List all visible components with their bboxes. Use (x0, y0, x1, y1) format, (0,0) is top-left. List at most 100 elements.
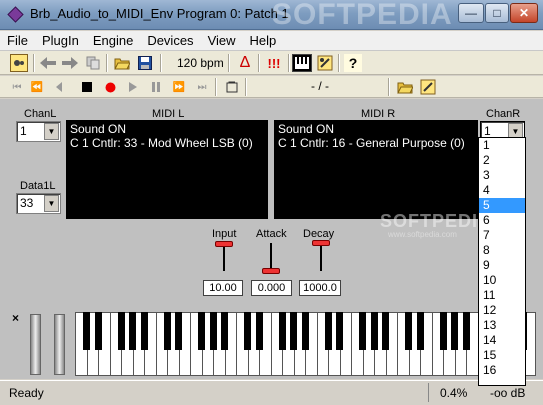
record-icon[interactable] (101, 78, 119, 96)
black-key[interactable] (324, 312, 332, 350)
audio-level: -oo dB (490, 386, 526, 400)
toolbar-separator (338, 54, 340, 72)
menu-plugin[interactable]: PlugIn (35, 31, 86, 50)
keyboard-close-icon[interactable]: × (12, 311, 19, 325)
open-folder-icon[interactable] (113, 54, 131, 72)
cpu-usage: 0.4% (440, 386, 468, 400)
chevron-down-icon[interactable]: ▼ (44, 123, 59, 140)
black-key[interactable] (94, 312, 102, 350)
chanr-option[interactable]: 3 (479, 168, 525, 183)
menu-file[interactable]: File (0, 31, 35, 50)
chanr-option[interactable]: 6 (479, 213, 525, 228)
data1l-select[interactable]: 33 ▼ (16, 193, 61, 214)
menu-engine[interactable]: Engine (86, 31, 140, 50)
chanr-option[interactable]: 10 (479, 273, 525, 288)
input-slider-knob[interactable] (215, 241, 233, 248)
black-key[interactable] (336, 312, 343, 350)
chanr-option[interactable]: 5 (479, 198, 525, 213)
fast-forward-icon[interactable]: ⏩ (170, 78, 188, 96)
app-icon (7, 6, 24, 23)
black-key[interactable] (405, 312, 412, 350)
chanr-option[interactable]: 7 (479, 228, 525, 243)
back-arrow-icon[interactable] (39, 54, 57, 72)
black-key[interactable] (462, 312, 470, 350)
decay-value[interactable]: 1000.0 (299, 280, 341, 296)
status-divider (428, 383, 429, 402)
panic-icon[interactable]: !!! (263, 54, 285, 72)
chevron-down-icon[interactable]: ▼ (44, 195, 59, 212)
chanr-option[interactable]: 13 (479, 318, 525, 333)
black-key[interactable] (198, 312, 205, 350)
forward-arrow-icon[interactable] (61, 54, 79, 72)
minimize-button[interactable]: — (458, 3, 484, 23)
chanr-option[interactable]: 2 (479, 153, 525, 168)
black-key[interactable] (129, 312, 136, 350)
black-key[interactable] (416, 312, 424, 350)
chanl-select[interactable]: 1 ▼ (16, 121, 61, 142)
black-key[interactable] (370, 312, 378, 350)
forward-end-icon[interactable]: ⏭ (193, 78, 211, 96)
chanr-option[interactable]: 1 (479, 138, 525, 153)
step-back-icon[interactable] (50, 78, 68, 96)
close-button[interactable]: ✕ (510, 3, 538, 23)
chanr-option[interactable]: 12 (479, 303, 525, 318)
chanr-option[interactable]: 8 (479, 243, 525, 258)
black-key[interactable] (244, 312, 251, 350)
chanr-option[interactable]: 9 (479, 258, 525, 273)
black-key[interactable] (382, 312, 389, 350)
chanr-option[interactable]: 16 (479, 363, 525, 378)
pause-icon[interactable] (147, 78, 165, 96)
chanr-option[interactable]: 4 (479, 183, 525, 198)
plugin-icon[interactable] (10, 54, 28, 72)
metronome-icon[interactable]: Δ (236, 54, 254, 72)
open-file-icon[interactable] (396, 78, 414, 96)
tempo-display[interactable]: 120 bpm (177, 56, 224, 70)
black-key[interactable] (290, 312, 297, 350)
black-key[interactable] (83, 312, 90, 350)
midi-r-display: Sound ON C 1 Cntlr: 16 - General Purpose… (274, 120, 478, 219)
menu-view[interactable]: View (201, 31, 243, 50)
pitch-wheel[interactable] (30, 314, 41, 375)
chanr-option[interactable]: 14 (479, 333, 525, 348)
play-icon[interactable] (124, 78, 142, 96)
toolbar-separator (288, 54, 290, 72)
maximize-button[interactable]: □ (485, 3, 509, 23)
save-icon[interactable] (136, 54, 154, 72)
menu-devices[interactable]: Devices (140, 31, 200, 50)
chanr-option[interactable]: 11 (479, 288, 525, 303)
black-key[interactable] (301, 312, 309, 350)
stop-icon[interactable] (78, 78, 96, 96)
black-key[interactable] (140, 312, 148, 350)
attack-slider-knob[interactable] (262, 268, 280, 274)
mod-wheel[interactable] (54, 314, 65, 375)
black-key[interactable] (451, 312, 458, 350)
chanl-label: ChanL (24, 108, 57, 120)
loop-icon[interactable] (223, 78, 241, 96)
black-key[interactable] (175, 312, 182, 350)
black-key[interactable] (359, 312, 366, 350)
menu-bar: File PlugIn Engine Devices View Help (0, 31, 543, 51)
copy-icon[interactable] (84, 54, 102, 72)
menu-help[interactable]: Help (243, 31, 284, 50)
help-icon[interactable]: ? (344, 54, 362, 72)
chanr-dropdown-list[interactable]: 1 2 3 4 5 6 7 8 9 10 11 12 13 14 15 16 (478, 137, 526, 386)
black-key[interactable] (255, 312, 263, 350)
rewind-icon[interactable]: ⏪ (28, 78, 46, 96)
black-key[interactable] (163, 312, 171, 350)
attack-value[interactable]: 0.000 (251, 280, 292, 296)
black-key[interactable] (278, 312, 286, 350)
window-title: Brb_Audio_to_MIDI_Env Program 0: Patch 1 (30, 6, 289, 21)
settings-icon[interactable] (419, 78, 437, 96)
black-key[interactable] (439, 312, 447, 350)
title-bar: Brb_Audio_to_MIDI_Env Program 0: Patch 1… (0, 0, 543, 31)
black-key[interactable] (221, 312, 228, 350)
chanr-option[interactable]: 15 (479, 348, 525, 363)
input-value[interactable]: 10.00 (203, 280, 243, 296)
decay-slider-knob[interactable] (312, 240, 330, 246)
rewind-start-icon[interactable]: ⏮ (8, 78, 26, 96)
keyboard-view-icon[interactable] (292, 54, 312, 72)
editor-icon[interactable] (316, 54, 334, 72)
black-key[interactable] (117, 312, 125, 350)
piano-keyboard[interactable] (75, 312, 536, 376)
black-key[interactable] (209, 312, 217, 350)
